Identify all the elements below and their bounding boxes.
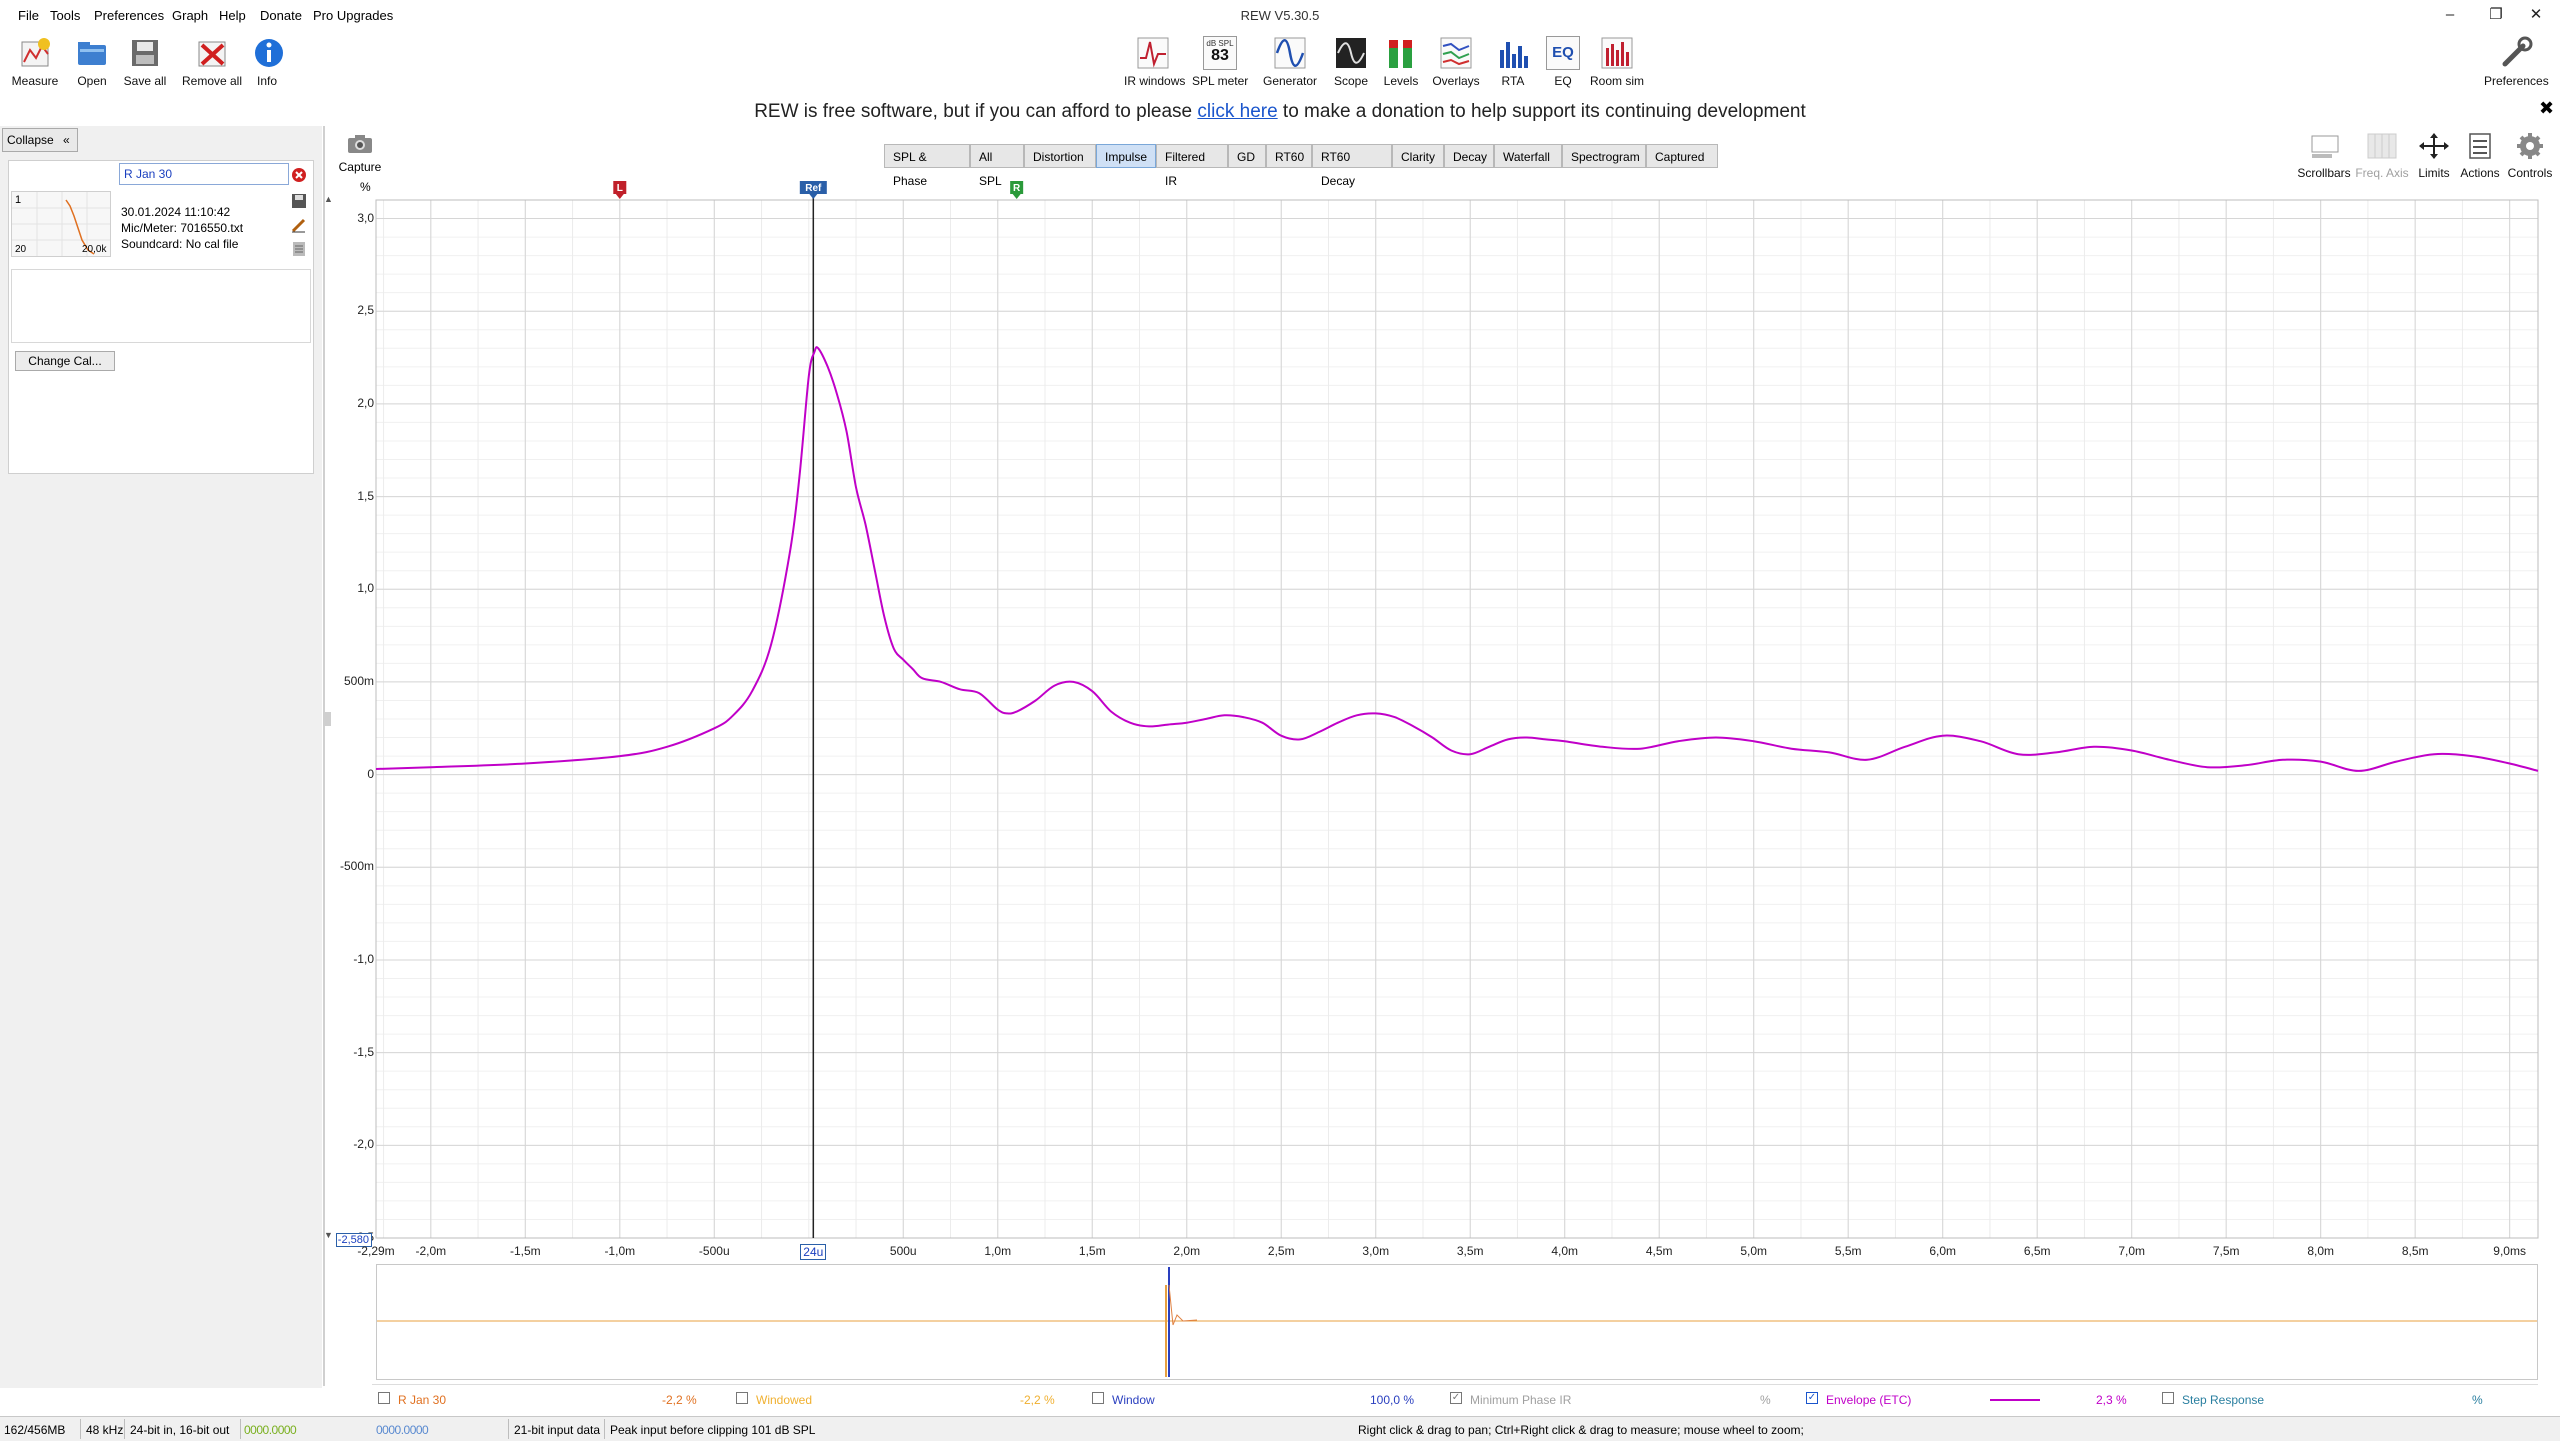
x-tick-label: -500u: [698, 1244, 730, 1258]
input-bits: 21-bit input data: [514, 1423, 601, 1437]
status-bar: 162/456MB 48 kHz 24-bit in, 16-bit out 0…: [0, 1416, 2560, 1441]
x-tick-label: -1,5m: [509, 1244, 541, 1258]
legend-window-value: 100,0 %: [1370, 1393, 1415, 1407]
legend-envelope-value: 2,3 %: [2096, 1393, 2127, 1407]
peak-input: Peak input before clipping 101 dB SPL: [610, 1423, 816, 1437]
y-tick-label: -1,5: [353, 1044, 374, 1059]
x-tick-label: -1,0m: [604, 1244, 636, 1258]
x-tick-label: -2,0m: [415, 1244, 447, 1258]
marker-label: L: [617, 183, 623, 194]
x-tick-label: 2,0m: [1173, 1244, 1201, 1258]
legend-envelope-swatch: [1990, 1399, 2040, 1401]
x-tick-label: 1,0m: [984, 1244, 1012, 1258]
x-tick-label: 500u: [889, 1244, 917, 1258]
legend-window-checkbox[interactable]: [1092, 1392, 1104, 1404]
marker-label: R: [1013, 183, 1021, 194]
legend-windowed-value: -2,2 %: [1020, 1393, 1055, 1407]
x-tick-label: 4,0m: [1551, 1244, 1579, 1258]
x-tick-label: 8,5m: [2401, 1244, 2429, 1258]
y-tick-label: 0: [367, 766, 374, 781]
y-tick-label: 2,5: [357, 303, 374, 318]
overview-decay: [1168, 1284, 1198, 1326]
legend-window-label: Window: [1112, 1393, 1155, 1407]
y-tick-label: 1,0: [357, 581, 374, 596]
x-tick-label: 6,0m: [1929, 1244, 1957, 1258]
x-tick-label: 1,5m: [1078, 1244, 1106, 1258]
marker-label: Ref: [805, 183, 822, 194]
x-tick-label: 2,5m: [1267, 1244, 1295, 1258]
legend-rjan30-label: R Jan 30: [398, 1393, 447, 1407]
legend-envelope-checkbox[interactable]: ✓: [1806, 1392, 1818, 1404]
x-tick-label: 6,5m: [2023, 1244, 2051, 1258]
x-tick-label: 24u: [800, 1244, 827, 1260]
legend-windowed-label: Windowed: [756, 1393, 813, 1407]
x-tick-label: 7,0m: [2118, 1244, 2146, 1258]
y-tick-label: 3,0: [357, 210, 374, 225]
x-tick-label: 5,5m: [1834, 1244, 1862, 1258]
y-tick-label: 2,0: [357, 395, 374, 410]
y-tick-label: 500m: [343, 673, 374, 688]
legend-minphase-value: %: [1760, 1393, 1771, 1407]
x-tick-label: 8,0m: [2307, 1244, 2334, 1258]
x-tick-label: 3,0m: [1362, 1244, 1390, 1258]
legend-envelope-label: Envelope (ETC): [1826, 1393, 1912, 1407]
x-tick-label: 3,5m: [1456, 1244, 1484, 1258]
y-tick-label: -500m: [339, 859, 374, 874]
y-tick-label: -2,0: [353, 1137, 374, 1152]
marker-pointer: [809, 194, 818, 199]
x-tick-label: 7,5m: [2212, 1244, 2240, 1258]
legend-minphase-label: Minimum Phase IR: [1470, 1393, 1572, 1407]
x-tick-label: 5,0m: [1740, 1244, 1768, 1258]
mouse-hint: Right click & drag to pan; Ctrl+Right cl…: [1358, 1423, 1804, 1437]
memory-usage: 162/456MB: [4, 1423, 66, 1437]
legend-step-value: %: [2472, 1393, 2483, 1407]
legend-minphase-checkbox[interactable]: ✓: [1450, 1392, 1462, 1404]
marker-pointer: [1012, 194, 1021, 199]
y-scroll-up-icon[interactable]: ▲: [324, 194, 333, 204]
legend-rjan30-value: -2,2 %: [662, 1393, 697, 1407]
y-scroll-down-icon[interactable]: ▼: [324, 1230, 333, 1240]
y-tick-label: -1,0: [353, 951, 374, 966]
y-tick-label: 1,5: [357, 488, 374, 503]
sample-rate: 48 kHz: [86, 1423, 124, 1437]
legend-step-checkbox[interactable]: [2162, 1392, 2174, 1404]
legend-rjan30-checkbox[interactable]: [378, 1392, 390, 1404]
input-meter-right: 0000.0000: [376, 1423, 429, 1437]
legend-windowed-checkbox[interactable]: [736, 1392, 748, 1404]
marker-pointer: [615, 194, 624, 199]
impulse-chart[interactable]: L Ref R: [0, 0, 2560, 1270]
x-tick-label: 4,5m: [1645, 1244, 1673, 1258]
legend-bar: R Jan 30 -2,2 % Windowed -2,2 % Window 1…: [372, 1384, 2538, 1413]
overview-strip[interactable]: [376, 1264, 2538, 1380]
x-tick-label: 9,0ms: [2493, 1244, 2526, 1258]
legend-step-label: Step Response: [2182, 1393, 2265, 1407]
bit-depth: 24-bit in, 16-bit out: [130, 1423, 230, 1437]
x-tick-label: -2,29m: [357, 1244, 395, 1258]
input-meter-left: 0000.0000: [244, 1423, 297, 1437]
series-envelope-etc-line: [375, 346, 2539, 772]
